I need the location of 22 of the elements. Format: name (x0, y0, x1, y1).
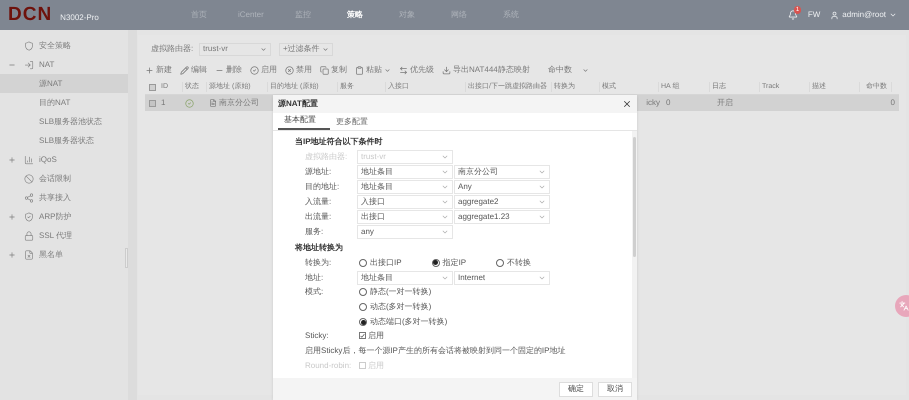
table-cell-text: 1 (160, 97, 166, 109)
field-label: 地址: (305, 272, 324, 284)
field-label: 出流量: (305, 210, 332, 222)
field-label: 目的地址: (305, 180, 340, 192)
section-title: 当IP地址符合以下条件时 (295, 136, 383, 148)
filter-label: 虚拟路由器: (151, 43, 194, 55)
field-label: Sticky: (305, 330, 329, 342)
field-label: 入流量: (305, 196, 332, 208)
field-label: 转换为: (305, 256, 332, 268)
dialog-title: 源NAT配置 (278, 98, 318, 110)
help-text: 启用Sticky后，每一个源IP产生的所有会话将被映射到同一个固定的IP地址 (305, 344, 566, 356)
table-cell-text: 0 (665, 97, 672, 109)
section-title: 将地址转换为 (295, 242, 343, 254)
logo: DCN (8, 2, 52, 27)
table-cell-text: 0 (890, 97, 896, 109)
table-cell: 南京分公司 (219, 97, 259, 109)
field-label: 模式: (305, 286, 324, 298)
field-label: 源地址: (305, 166, 332, 178)
table-cell: icky (646, 97, 660, 109)
table-cell-text: 开启 (716, 97, 734, 109)
model-name: N3002-Pro (60, 12, 99, 24)
field-label: 服务: (305, 226, 324, 238)
